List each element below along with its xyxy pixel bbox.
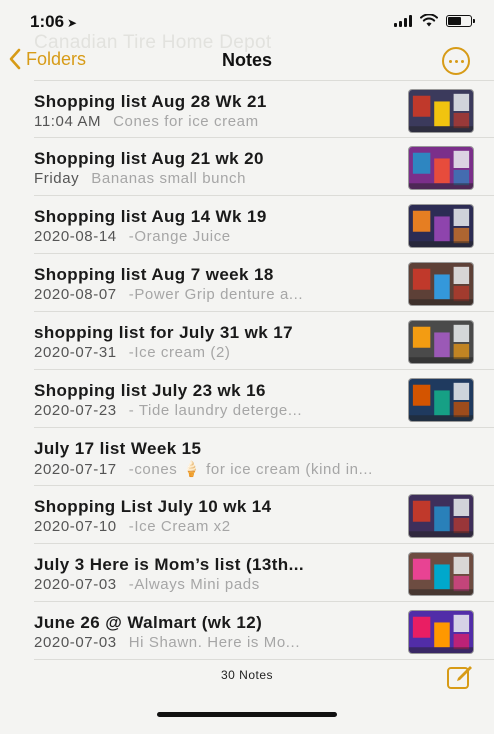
note-thumbnail-image: [408, 320, 474, 364]
note-preview: - Tide laundry deterge...: [128, 402, 303, 419]
note-title: Shopping list Aug 14 Wk 19: [34, 207, 267, 226]
note-date: 2020-07-31: [34, 344, 117, 361]
note-list-item[interactable]: Shopping list Aug 28 Wk 21 11:04 AM Cones …: [34, 80, 494, 138]
note-meta: 2020-07-03 Hi Shawn. Here is Mo...: [34, 634, 300, 651]
note-date: 2020-08-14: [34, 228, 117, 245]
note-title: shopping list for July 31 wk 17: [34, 323, 293, 342]
note-meta: 11:04 AM Cones for ice cream: [34, 113, 259, 130]
note-list-item[interactable]: June 26 @ Walmart (wk 12) 2020-07-03 Hi Sh…: [34, 602, 494, 660]
note-title: Shopping list Aug 21 wk 20: [34, 149, 264, 168]
note-list-item[interactable]: Shopping list Aug 21 wk 20 Friday Bananas …: [34, 138, 494, 196]
bottom-toolbar: 30 Notes: [0, 656, 494, 696]
note-date: 11:04 AM: [34, 113, 102, 130]
note-title: July 17 list Week 15: [34, 439, 202, 458]
note-date: 2020-07-23: [34, 402, 117, 419]
note-thumbnail-image: [408, 494, 474, 538]
note-thumbnail-image: [408, 610, 474, 654]
note-title: July 3 Here is Mom’s list (13th...: [34, 555, 304, 574]
note-title: June 26 @ Walmart (wk 12): [34, 613, 263, 632]
note-list-item[interactable]: Shopping list Aug 14 Wk 19 2020-08-14 -Ora…: [34, 196, 494, 254]
status-time: 1:06 ➤: [30, 12, 77, 32]
note-meta: 2020-07-10 -Ice Cream x2: [34, 518, 231, 535]
note-meta: 2020-08-07 -Power Grip denture a...: [34, 286, 303, 303]
note-meta: 2020-07-23 - Tide laundry deterge...: [34, 402, 302, 419]
note-preview: -Orange Juice: [128, 228, 231, 245]
home-indicator: [157, 712, 337, 717]
note-thumbnail-image: [408, 204, 474, 248]
note-title: Shopping list Aug 28 Wk 21: [34, 92, 267, 111]
note-list-item[interactable]: July 17 list Week 15 2020-07-17 -cones 🍦 f…: [34, 428, 494, 486]
status-icons: [394, 14, 475, 27]
notes-count: 30 Notes: [220, 668, 274, 682]
note-list-item[interactable]: shopping list for July 31 wk 17 2020-07-3…: [34, 312, 494, 370]
battery-icon: [446, 14, 475, 27]
note-thumbnail-image: [408, 262, 474, 306]
ellipsis-dot: [460, 59, 464, 63]
page-title: Notes: [221, 50, 272, 70]
note-title: Shopping List July 10 wk 14: [34, 497, 272, 516]
note-preview: -Always Mini pads: [128, 576, 260, 593]
note-thumbnail-image: [408, 378, 474, 422]
ellipsis-dot: [448, 59, 452, 63]
note-title: Shopping list July 23 wk 16: [34, 381, 266, 400]
note-meta: 2020-07-31 -Ice cream (2): [34, 344, 230, 361]
note-date: Friday: [34, 170, 80, 187]
navigation-bar: Folders Notes: [0, 42, 494, 80]
note-meta: 2020-07-03 -Always Mini pads: [34, 576, 260, 593]
note-meta: 2020-08-14 -Orange Juice: [34, 228, 231, 245]
note-list-item[interactable]: July 3 Here is Mom’s list (13th... 2020-0…: [34, 544, 494, 602]
note-date: 2020-07-03: [34, 634, 117, 651]
note-preview: -cones 🍦 for ice cream (kind in...: [128, 461, 373, 478]
note-title: Shopping list Aug 7 week 18: [34, 265, 274, 284]
note-meta: 2020-07-17 -cones 🍦 for ice cream (kind i…: [34, 460, 373, 478]
note-meta: Friday Bananas small bunch: [34, 170, 246, 187]
location-arrow-icon: ➤: [67, 16, 78, 30]
note-preview: -Ice cream (2): [128, 344, 231, 361]
note-thumbnail-image: [408, 89, 474, 133]
note-list-item[interactable]: Shopping list July 23 wk 16 2020-07-23 - T…: [34, 370, 494, 428]
note-date: 2020-07-17: [34, 461, 117, 478]
wifi-icon: [420, 14, 438, 27]
note-list-item[interactable]: Shopping list Aug 7 week 18 2020-08-07 -Po…: [34, 254, 494, 312]
compose-icon[interactable]: [446, 662, 474, 690]
notes-list: Shopping list Aug 28 Wk 21 11:04 AM Cones …: [0, 80, 494, 660]
ellipsis-dot: [454, 59, 458, 63]
note-date: 2020-07-10: [34, 518, 117, 535]
note-preview: -Ice Cream x2: [128, 518, 231, 535]
note-preview: -Power Grip denture a...: [128, 286, 304, 303]
note-preview: Cones for ice cream: [113, 113, 259, 130]
note-preview: Bananas small bunch: [91, 170, 247, 187]
cellular-signal-icon: [394, 14, 412, 27]
note-thumbnail-image: [408, 552, 474, 596]
note-date: 2020-07-03: [34, 576, 117, 593]
note-list-item[interactable]: Shopping List July 10 wk 14 2020-07-10 -Ic…: [34, 486, 494, 544]
note-preview: Hi Shawn. Here is Mo...: [128, 634, 301, 651]
note-date: 2020-08-07: [34, 286, 117, 303]
clock: 1:06: [30, 12, 65, 31]
note-thumbnail-image: [408, 146, 474, 190]
more-options-button[interactable]: [442, 47, 470, 75]
